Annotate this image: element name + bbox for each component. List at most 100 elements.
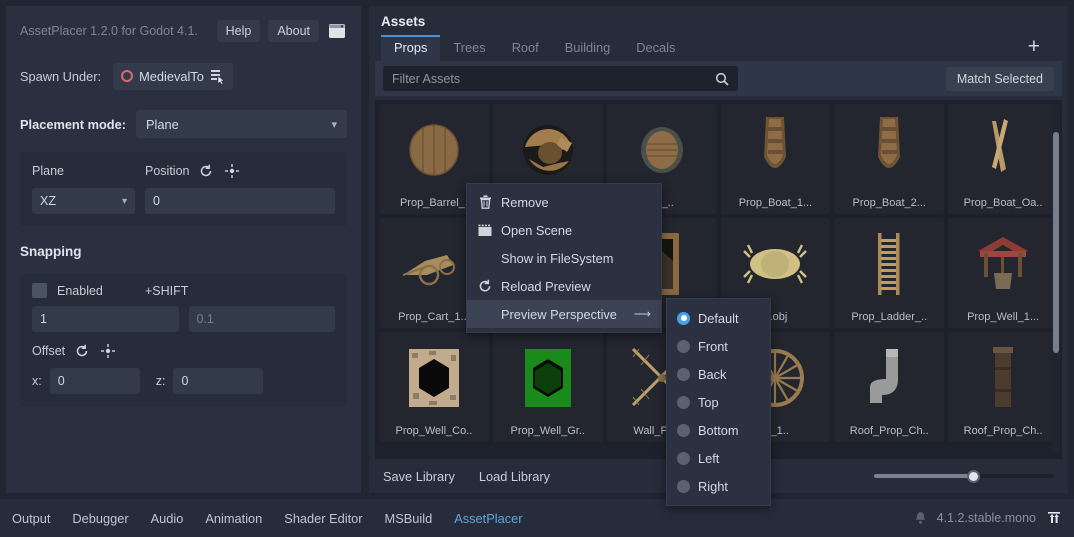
perspective-option-left[interactable]: Left <box>667 444 770 472</box>
bell-icon[interactable] <box>914 511 927 525</box>
plane-position-group: Plane Position XZ ▾ 0 <box>20 152 347 226</box>
status-bar-right: 4.1.2.stable.mono <box>914 511 1062 525</box>
context-menu-item-preview-perspective[interactable]: Preview Perspective ⟶ <box>467 300 661 328</box>
asset-thumbnail <box>493 108 603 192</box>
status-bar-panels: Output Debugger Audio Animation Shader Edito… <box>12 511 522 526</box>
asset-thumbnail <box>834 336 944 420</box>
perspective-option-default[interactable]: Default <box>667 304 770 332</box>
scene-icon <box>477 224 493 237</box>
placement-settings-panel: AssetPlacer 1.2.0 for Godot 4.1. Help Ab… <box>6 6 361 493</box>
snap-step-input[interactable]: 1 <box>32 306 179 332</box>
context-menu-item-show-in-filesystem[interactable]: Show in FileSystem <box>467 244 661 272</box>
asset-item[interactable]: Prop_Boat_Oa.. <box>948 104 1058 214</box>
spawn-under-button[interactable]: MedievalTo <box>113 62 233 90</box>
asset-item[interactable]: Roof_Prop_Ch.. <box>948 332 1058 442</box>
window-icon[interactable] <box>327 21 347 41</box>
scrollbar-thumb[interactable] <box>1053 132 1059 354</box>
perspective-option-bottom[interactable]: Bottom <box>667 416 770 444</box>
context-menu-item-label: Open Scene <box>501 222 573 238</box>
snapping-title: Snapping <box>20 244 82 259</box>
about-button[interactable]: About <box>268 20 319 42</box>
asset-item[interactable]: Prop_Ladder_.. <box>834 218 945 328</box>
tab-roof[interactable]: Roof <box>499 35 552 61</box>
radio-button-icon[interactable] <box>677 395 690 409</box>
help-button[interactable]: Help <box>216 20 261 42</box>
status-bar-item-shader-editor[interactable]: Shader Editor <box>284 511 362 526</box>
tab-props[interactable]: Props <box>381 35 441 61</box>
snap-shift-input[interactable]: 0.1 <box>188 306 335 332</box>
snapping-group: Enabled +SHIFT 1 0.1 Offset x: 0 z: 0 <box>20 273 347 406</box>
godot-version-label: 4.1.2.stable.mono <box>936 511 1036 525</box>
tab-label: Building <box>564 40 611 55</box>
perspective-option-top[interactable]: Top <box>667 388 770 416</box>
node-pick-icon[interactable] <box>210 69 225 84</box>
context-menu-item-reload-preview[interactable]: Reload Preview <box>467 272 661 300</box>
snap-enable-row: Enabled +SHIFT <box>32 283 335 298</box>
save-library-button[interactable]: Save Library <box>383 469 455 484</box>
crosshair-icon[interactable] <box>99 342 117 360</box>
radio-button-icon[interactable] <box>677 311 690 325</box>
status-bar-item-assetplacer[interactable]: AssetPlacer <box>454 511 522 526</box>
asset-item[interactable]: Prop_Well_Gr.. <box>492 332 603 442</box>
status-bar-item-msbuild[interactable]: MSBuild <box>385 511 433 526</box>
tab-building[interactable]: Building <box>552 35 624 61</box>
arrow-right-icon: ⟶ <box>633 307 651 321</box>
tab-label: Decals <box>636 40 676 55</box>
asset-item[interactable]: Prop_Boat_1... <box>720 104 831 214</box>
asset-label: Prop_Boat_Oa.. <box>963 197 1043 209</box>
perspective-option-label: Back <box>698 366 727 382</box>
asset-item[interactable]: Roof_Prop_Ch.. <box>834 332 945 442</box>
placement-mode-select[interactable]: Plane ▾ <box>135 110 347 138</box>
asset-item[interactable]: Prop_Well_1... <box>948 218 1058 328</box>
offset-label: Offset <box>32 344 66 358</box>
asset-thumbnail <box>948 108 1058 192</box>
asset-thumbnail <box>948 336 1058 420</box>
perspective-option-label: Left <box>698 450 720 466</box>
asset-thumbnail <box>379 108 489 192</box>
asset-thumbnail <box>721 108 831 192</box>
assets-grid-scrollbar[interactable] <box>1052 104 1060 455</box>
search-icon[interactable] <box>715 72 729 86</box>
plugin-header: AssetPlacer 1.2.0 for Godot 4.1. Help Ab… <box>20 18 347 44</box>
filter-assets-input[interactable]: Filter Assets <box>383 66 738 91</box>
offset-z-input[interactable]: 0 <box>173 368 264 394</box>
radio-button-icon[interactable] <box>677 451 690 465</box>
asset-label: Prop_Barrel_. <box>399 197 468 209</box>
asset-thumbnail <box>607 108 717 192</box>
thumbnail-zoom-slider[interactable] <box>874 466 1054 486</box>
crosshair-icon[interactable] <box>223 162 241 180</box>
match-selected-button[interactable]: Match Selected <box>945 66 1054 91</box>
radio-button-icon[interactable] <box>677 339 690 353</box>
position-input[interactable]: 0 <box>145 188 335 214</box>
radio-button-icon[interactable] <box>677 367 690 381</box>
context-menu-item-open-scene[interactable]: Open Scene <box>467 216 661 244</box>
offset-x-input[interactable]: 0 <box>49 368 140 394</box>
context-menu-item-label: Remove <box>501 194 549 210</box>
tab-trees[interactable]: Trees <box>440 35 498 61</box>
plane-select[interactable]: XZ ▾ <box>32 188 135 214</box>
reset-icon[interactable] <box>197 162 215 180</box>
perspective-option-back[interactable]: Back <box>667 360 770 388</box>
arrows-up-icon[interactable] <box>1046 511 1062 525</box>
status-bar-item-output[interactable]: Output <box>12 511 50 526</box>
preview-perspective-submenu: Default Front Back Top Bottom Left Right <box>666 298 771 506</box>
status-bar-item-animation[interactable]: Animation <box>205 511 262 526</box>
context-menu-item-remove[interactable]: Remove <box>467 188 661 216</box>
snap-enabled-checkbox[interactable] <box>32 283 47 298</box>
status-bar-item-debugger[interactable]: Debugger <box>72 511 128 526</box>
placement-mode-row: Placement mode: Plane ▾ <box>20 110 347 138</box>
perspective-option-right[interactable]: Right <box>667 472 770 500</box>
radio-button-icon[interactable] <box>677 423 690 437</box>
tab-label: Trees <box>453 40 486 55</box>
tab-decals[interactable]: Decals <box>623 35 688 61</box>
status-bar-item-audio[interactable]: Audio <box>151 511 184 526</box>
asset-item[interactable]: Prop_Well_Co.. <box>379 332 489 442</box>
asset-item[interactable]: Prop_Boat_2... <box>834 104 945 214</box>
reset-icon[interactable] <box>73 342 91 360</box>
add-tab-button[interactable]: + <box>1022 36 1046 61</box>
load-library-button[interactable]: Load Library <box>479 469 550 484</box>
perspective-option-front[interactable]: Front <box>667 332 770 360</box>
asset-label: Prop_Cart_1... <box>398 311 470 323</box>
slider-knob[interactable] <box>967 469 980 483</box>
radio-button-icon[interactable] <box>677 479 690 493</box>
